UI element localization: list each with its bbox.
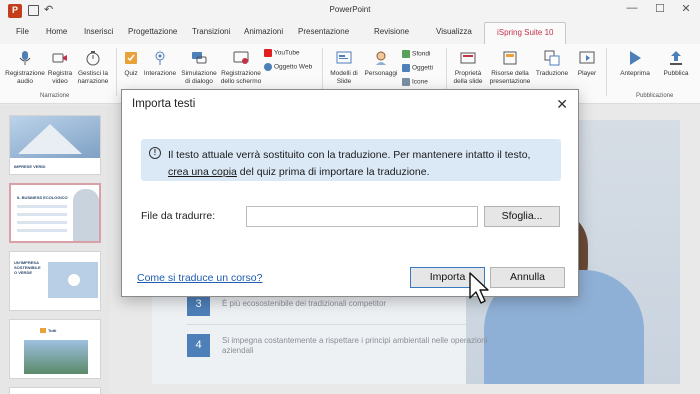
- tab-transizioni[interactable]: Transizioni: [192, 27, 230, 36]
- slide-thumbnail[interactable]: IMPRESE VERDI: [9, 115, 101, 175]
- traduzione-button[interactable]: Traduzione: [534, 50, 570, 78]
- ribbon-separator: [116, 48, 117, 96]
- video-camera-icon: [52, 53, 67, 63]
- file-path-input[interactable]: [246, 206, 478, 227]
- pubblica-button[interactable]: Pubblica: [658, 50, 694, 78]
- coast-image: [24, 340, 88, 374]
- backgrounds-icon: [402, 50, 410, 58]
- tab-ispring-suite[interactable]: iSpring Suite 10: [484, 22, 567, 44]
- icons-icon: [402, 78, 410, 86]
- icone-button[interactable]: Icone: [402, 78, 428, 86]
- interaction-icon: [155, 51, 165, 65]
- person-image: [73, 189, 99, 241]
- app-title: PowerPoint: [329, 5, 371, 14]
- slide-thumbnail-pane: IMPRESE VERDI IL BUSINESS ECOLOGICO UN'I…: [0, 105, 110, 394]
- play-icon: [68, 274, 80, 286]
- tab-revisione[interactable]: Revisione: [374, 27, 409, 36]
- slide-properties-icon: [460, 52, 476, 64]
- registrazione-schermo-button[interactable]: Registrazione dello schermo: [220, 50, 262, 85]
- timer-icon: [86, 51, 100, 66]
- quiz-button[interactable]: Quiz: [120, 50, 142, 78]
- tab-visualizza[interactable]: Visualizza: [436, 27, 472, 36]
- registrazione-audio-button[interactable]: Registrazione audio: [4, 50, 46, 85]
- tab-animazioni[interactable]: Animazioni: [244, 27, 283, 36]
- tab-inserisci[interactable]: Inserisci: [84, 27, 113, 36]
- create-copy-link[interactable]: crea una copia: [168, 166, 237, 178]
- gestisci-narrazione-button[interactable]: Gestisci la narrazione: [76, 50, 110, 85]
- slide-thumbnail[interactable]: [9, 387, 101, 394]
- slide-item-number: 4: [187, 334, 210, 357]
- slide-divider: [187, 324, 467, 325]
- thumbnail-title: UN'IMPRESA SOSTENIBILE O VERDE: [14, 260, 41, 275]
- player-button[interactable]: Player: [572, 50, 602, 78]
- slide-thumbnail[interactable]: Tutti: [9, 319, 101, 379]
- tab-home[interactable]: Home: [46, 27, 67, 36]
- help-link[interactable]: Come si traduce un corso?: [137, 272, 262, 284]
- tab-progettazione[interactable]: Progettazione: [128, 27, 177, 36]
- cancel-button[interactable]: Annulla: [490, 267, 565, 288]
- browse-button[interactable]: Sfoglia...: [484, 206, 560, 227]
- slide-thumbnail-selected[interactable]: IL BUSINESS ECOLOGICO: [9, 183, 101, 243]
- microphone-icon: [19, 51, 31, 65]
- maximize-button[interactable]: ☐: [650, 2, 670, 15]
- ribbon-separator: [606, 48, 607, 96]
- exclamation-icon: !: [149, 147, 161, 159]
- thumbnail-title: Tutti: [48, 328, 57, 333]
- objects-icon: [402, 64, 410, 72]
- close-window-button[interactable]: ✕: [676, 2, 696, 15]
- slide-thumbnail[interactable]: UN'IMPRESA SOSTENIBILE O VERDE: [9, 251, 101, 311]
- file-label: File da tradurre:: [141, 210, 216, 222]
- proprieta-slide-button[interactable]: Proprietà della slide: [450, 50, 486, 85]
- youtube-button[interactable]: YouTube: [264, 49, 300, 57]
- dialog-title: Importa testi: [132, 98, 196, 110]
- publish-icon: [670, 51, 682, 65]
- thumbnail-marker: [40, 328, 46, 333]
- info-banner: ! Il testo attuale verrà sostituito con …: [141, 139, 561, 181]
- info-text: Il testo attuale verrà sostituito con la…: [168, 149, 531, 178]
- oggetti-button[interactable]: Oggetti: [402, 64, 433, 72]
- close-icon[interactable]: ✕: [556, 96, 568, 113]
- title-bar: ↶ PowerPoint — ☐ ✕: [0, 0, 700, 22]
- minimize-button[interactable]: —: [622, 2, 642, 14]
- narrazione-group-label: Narrazione: [40, 93, 70, 99]
- registra-video-button[interactable]: Registra video: [46, 50, 74, 85]
- import-texts-dialog: Importa testi ✕ ! Il testo attuale verrà…: [121, 89, 579, 297]
- building-shape: [18, 124, 82, 154]
- oggetto-web-button[interactable]: Oggetto Web: [264, 63, 312, 71]
- simulazione-dialogo-button[interactable]: Simulazione di dialogo: [178, 50, 220, 85]
- globe-icon: [264, 63, 272, 71]
- mouse-cursor-icon: [469, 272, 489, 304]
- slide-item-text: È più ecosostenibile dei tradizionali co…: [222, 299, 387, 308]
- slide-item-text: Si impegna costantemente a rispettare i …: [222, 336, 488, 355]
- quiz-icon: [125, 52, 137, 64]
- thumbnail-title: IMPRESE VERDI: [14, 164, 46, 169]
- slide-templates-icon: [336, 51, 352, 64]
- youtube-icon: [264, 49, 272, 57]
- anteprima-button[interactable]: Anteprima: [616, 50, 654, 78]
- pubblicazione-group-label: Pubblicazione: [636, 93, 674, 99]
- tab-presentazione[interactable]: Presentazione: [298, 27, 349, 36]
- character-icon: [376, 51, 386, 65]
- play-icon: [630, 51, 641, 65]
- modelli-slide-button[interactable]: Modelli di Slide: [328, 50, 360, 85]
- thumbnail-title: IL BUSINESS ECOLOGICO: [17, 195, 68, 200]
- sfondi-button[interactable]: Sfondi: [402, 50, 430, 58]
- interazione-button[interactable]: Interazione: [142, 50, 178, 78]
- screen-record-icon: [233, 51, 249, 64]
- tab-file[interactable]: File: [16, 27, 29, 36]
- translation-icon: [544, 50, 560, 66]
- risorse-presentazione-button[interactable]: Risorse della presentazione: [488, 50, 532, 85]
- ribbon-tabs: File Home Inserisci Progettazione Transi…: [0, 22, 700, 44]
- player-icon: [579, 51, 595, 64]
- personaggi-button[interactable]: Personaggi: [362, 50, 400, 78]
- dialog-simulation-icon: [192, 52, 207, 64]
- thumbnail-list: [17, 205, 67, 235]
- resources-icon: [503, 51, 517, 65]
